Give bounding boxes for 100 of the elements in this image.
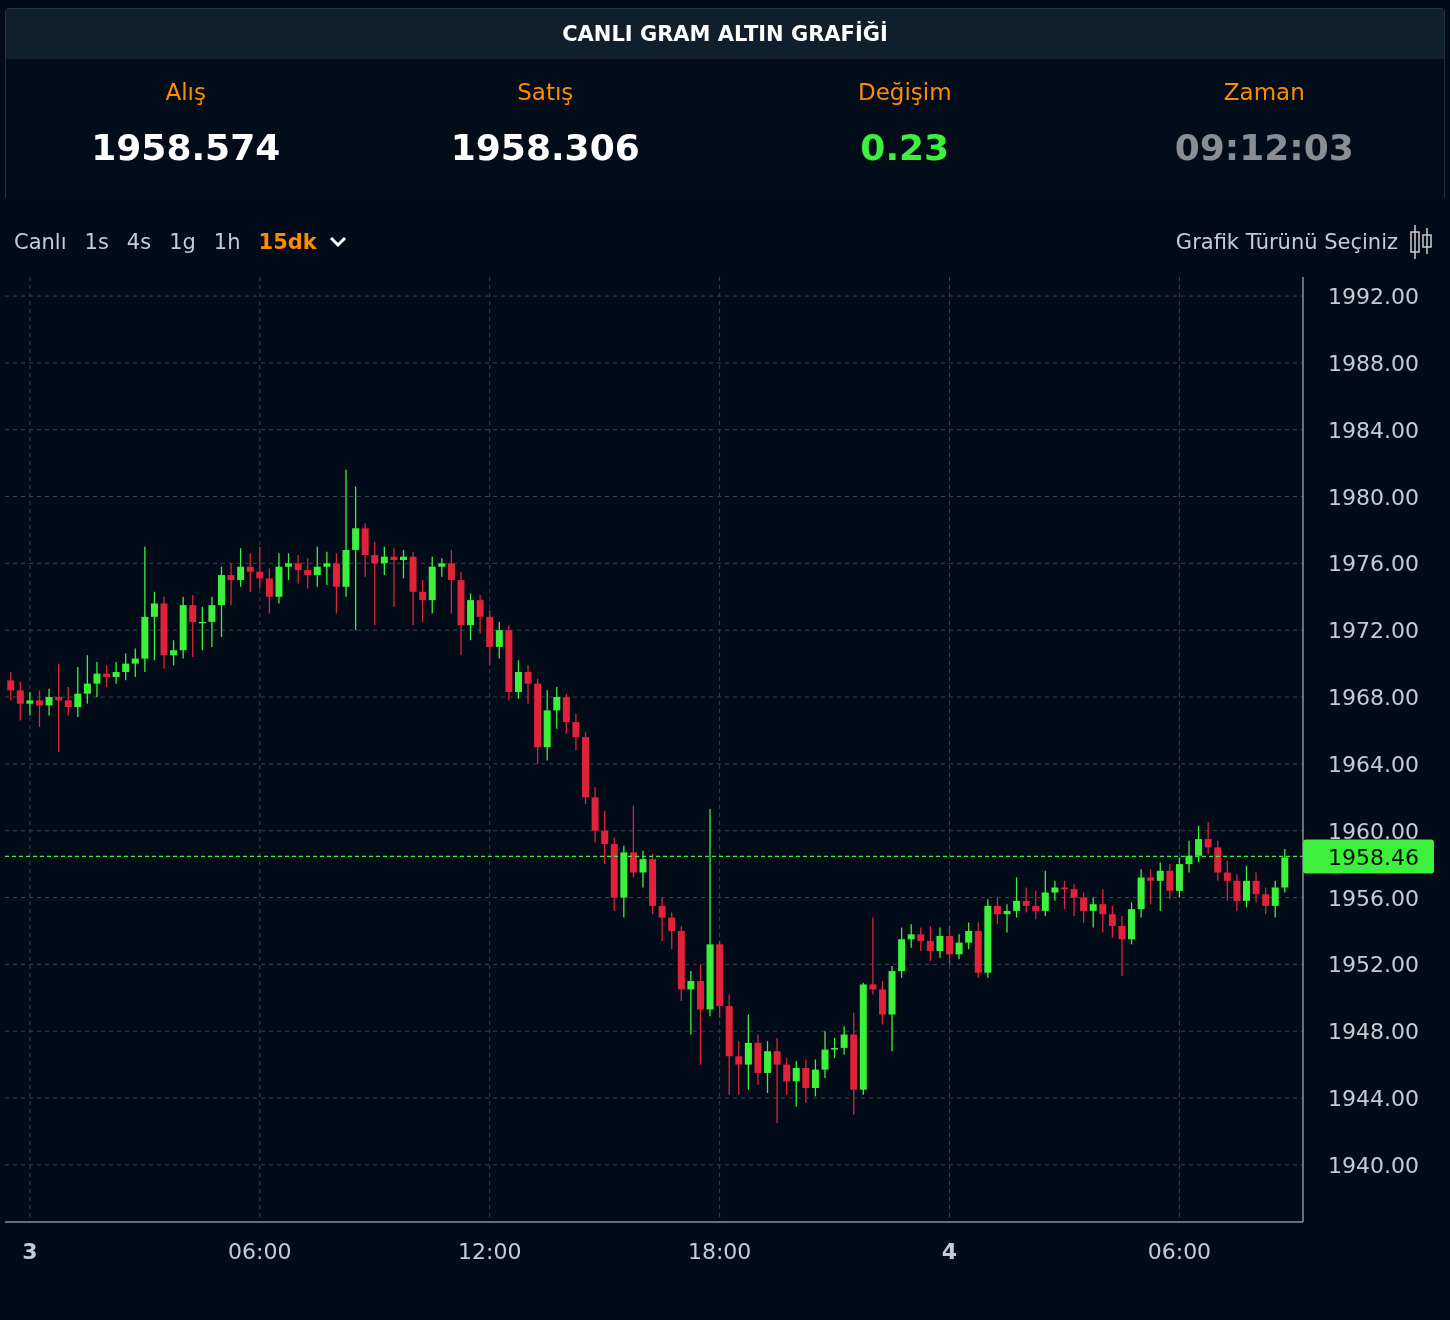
stat-label: Zaman: [1223, 79, 1305, 105]
candlestick: [103, 664, 111, 688]
candlestick: [514, 659, 522, 700]
candlestick: [601, 810, 609, 865]
candlestick: [495, 621, 503, 660]
time-axis-label: 12:00: [458, 1239, 522, 1264]
interval-tab[interactable]: 15dk: [250, 228, 325, 256]
candlestick: [840, 1025, 848, 1056]
candlestick: [332, 552, 340, 615]
candlestick: [553, 686, 561, 730]
candlestick: [687, 970, 695, 1036]
candlestick: [26, 691, 34, 717]
price-axis-label: 1972.00: [1328, 618, 1419, 644]
candlestick: [476, 594, 484, 635]
time-axis-label: 3: [22, 1239, 38, 1264]
price-axis-label: 1980.00: [1328, 484, 1419, 510]
candlestick: [265, 567, 273, 615]
candlestick: [1166, 863, 1174, 900]
candlestick: [438, 557, 446, 578]
candlestick: [1108, 905, 1116, 939]
candlestick: [112, 661, 120, 685]
candlestick: [821, 1030, 829, 1079]
candlestick: [16, 681, 24, 722]
candlestick: [55, 662, 63, 753]
candlestick: [1242, 865, 1250, 909]
candlestick: [993, 896, 1001, 925]
candlestick: [917, 926, 925, 952]
candlestick: [926, 925, 934, 962]
candlestick: [304, 557, 312, 590]
candlestick: [1089, 896, 1097, 929]
chart-type-button[interactable]: Grafik Türünü Seçiniz: [1171, 228, 1402, 256]
candlestick: [955, 933, 963, 960]
candlestick: [1003, 903, 1011, 934]
candlestick: [1195, 825, 1203, 864]
current-price-tag: 1958.46: [1303, 839, 1434, 874]
candlestick: [1118, 915, 1126, 977]
candlestick: [811, 1058, 819, 1098]
candlestick: [1041, 870, 1049, 917]
candlestick: [869, 916, 877, 996]
candlestick: [1252, 871, 1260, 904]
stat-label: Değişim: [857, 79, 952, 105]
stat-value: 0.23: [860, 127, 950, 168]
candlestick: [1233, 873, 1241, 912]
stat-value: 1958.574: [91, 127, 281, 168]
candlestick: [1204, 821, 1212, 855]
candlestick: [237, 547, 245, 588]
candlestick: [792, 1060, 800, 1108]
candlestick: [74, 666, 82, 718]
candlestick: [735, 1040, 743, 1096]
stat-label: Alış: [165, 79, 206, 105]
candlestick: [1223, 860, 1231, 902]
price-axis-label: 1948.00: [1328, 1019, 1419, 1045]
candlestick: [936, 926, 944, 959]
candlestick: [629, 804, 637, 879]
candlestick: [668, 911, 676, 950]
candlestick: [1070, 883, 1078, 917]
candlestick: [227, 562, 235, 606]
candlestick-icon[interactable]: [1408, 224, 1434, 260]
candlestick: [1099, 888, 1107, 934]
candlestick: [831, 1037, 839, 1059]
stat-value: 1958.306: [450, 127, 640, 168]
candlestick: [744, 1013, 752, 1091]
price-axis-label: 1968.00: [1328, 685, 1419, 711]
ref-line-label: 1958.46: [1328, 845, 1419, 871]
candlestick: [1013, 876, 1021, 919]
candlestick: [390, 547, 398, 608]
candlestick: [93, 661, 101, 698]
candlestick: [1271, 880, 1279, 919]
chevron-down-icon[interactable]: [328, 236, 347, 248]
candlestick: [294, 554, 302, 585]
window-title: CANLI GRAM ALTIN GRAFİĞİ: [562, 22, 888, 46]
candlestick: [208, 596, 216, 648]
interval-tab[interactable]: 1h: [205, 228, 249, 256]
price-axis-label: 1992.00: [1328, 284, 1419, 310]
candlestick: [946, 925, 954, 966]
interval-tab[interactable]: Canlı: [6, 228, 75, 256]
candlestick: [1262, 886, 1270, 915]
candlestick: [131, 647, 139, 678]
candlestick: [524, 664, 532, 705]
candlestick: [1185, 840, 1193, 874]
interval-tab[interactable]: 1s: [76, 228, 117, 256]
candlestick: [170, 639, 178, 666]
price-axis-label: 1956.00: [1328, 885, 1419, 911]
interval-tab[interactable]: 4s: [118, 228, 160, 256]
price-axis-label: 1944.00: [1328, 1086, 1419, 1112]
interval-tab[interactable]: 1g: [161, 228, 204, 256]
candlestick: [189, 594, 197, 658]
candlestick: [285, 552, 293, 581]
time-axis-label: 18:00: [687, 1239, 752, 1264]
candlestick: [400, 549, 407, 580]
candlestick: [1147, 868, 1155, 905]
candlestick: [773, 1037, 781, 1124]
candlestick: [447, 549, 455, 615]
time-axis-label: 06:00: [228, 1239, 292, 1264]
candlestick: [150, 591, 158, 661]
candlestick: [7, 671, 15, 702]
candlestick: [419, 579, 427, 623]
price-axis-label: 1964.00: [1328, 751, 1419, 777]
price-axis-label: 1976.00: [1328, 551, 1419, 577]
candlestick: [246, 552, 254, 593]
